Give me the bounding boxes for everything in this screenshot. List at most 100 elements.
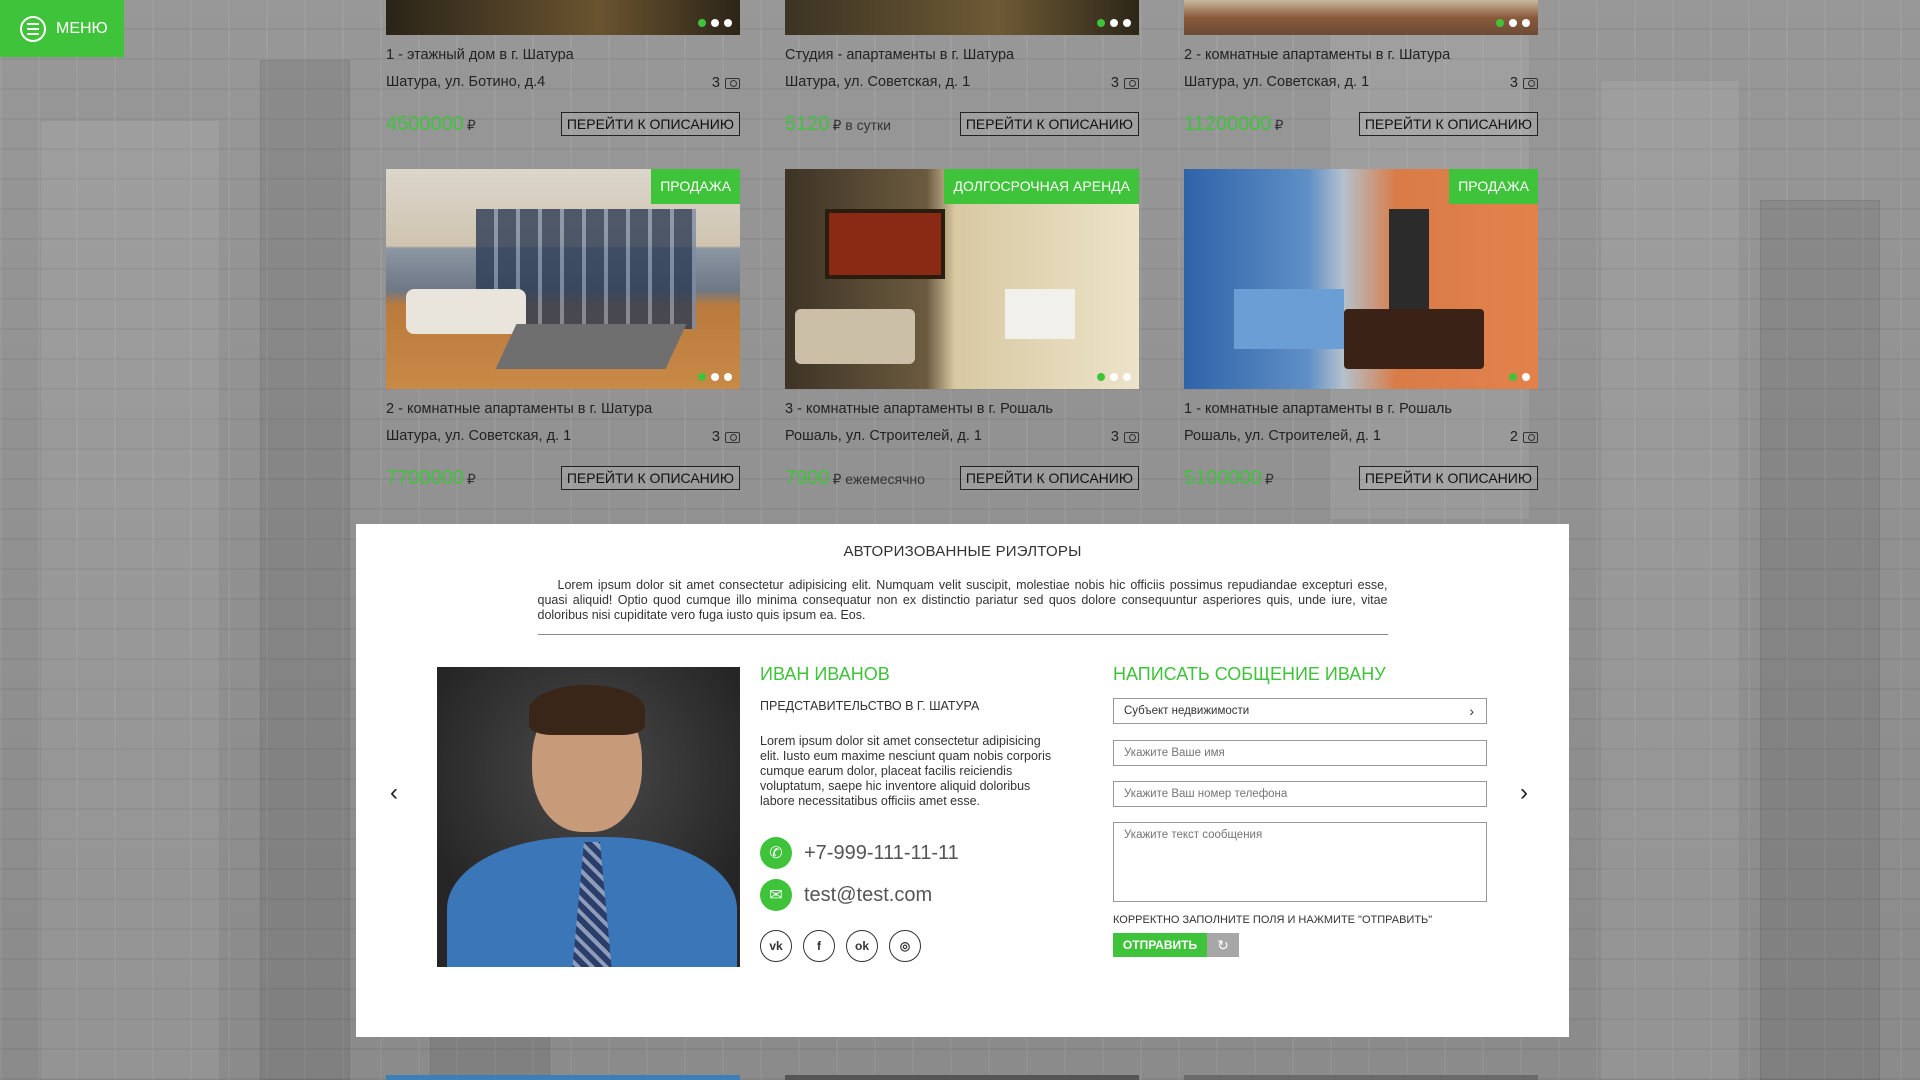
listing-address: Шатура, ул. Ботино, д.4 (386, 74, 546, 90)
hamburger-icon (20, 15, 46, 42)
listing-card: ДОЛГОСРОЧНАЯ АРЕНДА 3 - комнатные апарта… (785, 169, 1139, 490)
facebook-icon[interactable]: f (803, 930, 835, 962)
section-heading: АВТОРИЗОВАННЫЕ РИЭЛТОРЫ (843, 543, 1082, 560)
photo-count: 3 (1509, 75, 1518, 91)
menu-button[interactable]: МЕНЮ (0, 0, 124, 57)
price-suffix: ₽ (1274, 116, 1284, 133)
slider-dots[interactable] (1097, 373, 1131, 381)
agent-photo (437, 667, 740, 967)
camera-icon (1124, 431, 1139, 443)
photo-count: 3 (711, 429, 720, 445)
message-textarea[interactable] (1113, 822, 1487, 902)
view-description-button[interactable]: ПЕРЕЙТИ К ОПИСАНИЮ (1358, 112, 1538, 136)
chevron-right-icon[interactable]: › (1520, 779, 1528, 807)
next-listing-strip (386, 1075, 740, 1080)
instagram-icon[interactable]: ◎ (889, 930, 921, 962)
social-links: vk f ok ◎ (760, 930, 921, 962)
agent-office: ПРЕДСТАВИТЕЛЬСТВО В Г. ШАТУРА (760, 699, 980, 713)
listing-price: 7900 (785, 466, 830, 489)
listing-price: 11200000 (1184, 112, 1272, 135)
listing-price: 7700000 (386, 466, 464, 489)
listing-card: 2 - комнатные апартаменты в г. Шатура Ша… (1184, 0, 1538, 136)
form-title: НАПИСАТЬ СОБЩЕНИЕ ИВАНУ (1113, 664, 1386, 684)
property-select-label: Субъект недвижимости (1124, 705, 1250, 717)
photo-count: 3 (711, 75, 720, 91)
listing-photo[interactable]: ДОЛГОСРОЧНАЯ АРЕНДА (785, 169, 1139, 389)
agent-bio: Lorem ipsum dolor sit amet consectetur a… (760, 734, 1052, 808)
send-button[interactable]: ОТПРАВИТЬ (1113, 933, 1207, 957)
slider-dots[interactable] (698, 19, 732, 27)
agent-phone[interactable]: ✆ +7-999-111-11-11 (760, 837, 959, 869)
listing-address: Рошаль, ул. Строителей, д. 1 (1184, 428, 1381, 444)
realtors-panel: АВТОРИЗОВАННЫЕ РИЭЛТОРЫ Lorem ipsum dolo… (356, 524, 1569, 1037)
email-address[interactable]: test@test.com (804, 884, 932, 907)
vk-icon[interactable]: vk (760, 930, 792, 962)
listing-address: Шатура, ул. Советская, д. 1 (386, 428, 572, 444)
listing-price: 5100000 (1184, 466, 1262, 489)
camera-icon (725, 431, 740, 443)
photo-count: 2 (1509, 429, 1518, 445)
slider-dots[interactable] (1496, 19, 1530, 27)
listing-photo[interactable] (386, 0, 740, 35)
camera-icon (1523, 431, 1538, 443)
listing-badge: ДОЛГОСРОЧНАЯ АРЕНДА (944, 169, 1139, 204)
divider (537, 634, 1388, 635)
agent-name: ИВАН ИВАНОВ (760, 664, 890, 684)
listing-badge: ПРОДАЖА (651, 169, 740, 204)
listing-card: Студия - апартаменты в г. Шатура Шатура,… (785, 0, 1139, 136)
menu-label: МЕНЮ (56, 19, 108, 37)
phone-icon: ✆ (760, 837, 792, 869)
listing-card: ПРОДАЖА 2 - комнатные апартаменты в г. Ш… (386, 169, 740, 490)
view-description-button[interactable]: ПЕРЕЙТИ К ОПИСАНИЮ (1358, 466, 1538, 490)
view-description-button[interactable]: ПЕРЕЙТИ К ОПИСАНИЮ (959, 112, 1139, 136)
price-suffix: ₽ (466, 470, 476, 487)
listing-card: ПРОДАЖА 1 - комнатные апартаменты в г. Р… (1184, 169, 1538, 490)
chevron-left-icon[interactable]: ‹ (390, 779, 398, 807)
phone-input[interactable] (1113, 781, 1487, 807)
form-hint: КОРРЕКТНО ЗАПОЛНИТЕ ПОЛЯ И НАЖМИТЕ "ОТПР… (1113, 914, 1433, 926)
camera-icon (1523, 77, 1538, 89)
agent-email[interactable]: ✉ test@test.com (760, 879, 932, 911)
listing-title[interactable]: 2 - комнатные апартаменты в г. Шатура (1184, 47, 1538, 65)
listing-photo[interactable]: ПРОДАЖА (1184, 169, 1538, 389)
email-icon: ✉ (760, 879, 792, 911)
listing-title[interactable]: 2 - комнатные апартаменты в г. Шатура (386, 401, 740, 419)
listing-title[interactable]: 3 - комнатные апартаменты в г. Рошаль (785, 401, 1139, 419)
chevron-right-icon: › (1469, 703, 1474, 719)
price-suffix: ₽ ежемесячно (832, 470, 925, 487)
listing-photo[interactable] (1184, 0, 1538, 35)
phone-number[interactable]: +7-999-111-11-11 (804, 842, 959, 865)
listing-price: 4500000 (386, 112, 464, 135)
price-suffix: ₽ в сутки (832, 116, 891, 133)
odnoklassniki-icon[interactable]: ok (846, 930, 878, 962)
listing-photo[interactable] (785, 0, 1139, 35)
listing-badge: ПРОДАЖА (1449, 169, 1538, 204)
next-listing-strip (1184, 1075, 1538, 1080)
photo-count: 3 (1110, 75, 1119, 91)
listing-title[interactable]: 1 - комнатные апартаменты в г. Рошаль (1184, 401, 1538, 419)
listing-card: 1 - этажный дом в г. Шатура Шатура, ул. … (386, 0, 740, 136)
price-suffix: ₽ (1264, 470, 1274, 487)
listing-title[interactable]: 1 - этажный дом в г. Шатура (386, 47, 740, 65)
camera-icon (1124, 77, 1139, 89)
view-description-button[interactable]: ПЕРЕЙТИ К ОПИСАНИЮ (560, 112, 740, 136)
section-intro: Lorem ipsum dolor sit amet consectetur a… (537, 578, 1388, 622)
property-select[interactable]: Субъект недвижимости › (1113, 698, 1487, 724)
next-listing-strip (785, 1075, 1139, 1080)
view-description-button[interactable]: ПЕРЕЙТИ К ОПИСАНИЮ (959, 466, 1139, 490)
listing-address: Шатура, ул. Советская, д. 1 (1184, 74, 1370, 90)
slider-dots[interactable] (1509, 373, 1530, 381)
camera-icon (725, 77, 740, 89)
listing-photo[interactable]: ПРОДАЖА (386, 169, 740, 389)
slider-dots[interactable] (698, 373, 732, 381)
listing-price: 5120 (785, 112, 830, 135)
listing-address: Шатура, ул. Советская, д. 1 (785, 74, 971, 90)
listing-title[interactable]: Студия - апартаменты в г. Шатура (785, 47, 1139, 65)
price-suffix: ₽ (466, 116, 476, 133)
slider-dots[interactable] (1097, 19, 1131, 27)
view-description-button[interactable]: ПЕРЕЙТИ К ОПИСАНИЮ (560, 466, 740, 490)
listing-address: Рошаль, ул. Строителей, д. 1 (785, 428, 982, 444)
photo-count: 3 (1110, 429, 1119, 445)
reset-icon[interactable]: ↻ (1207, 933, 1239, 957)
name-input[interactable] (1113, 740, 1487, 766)
